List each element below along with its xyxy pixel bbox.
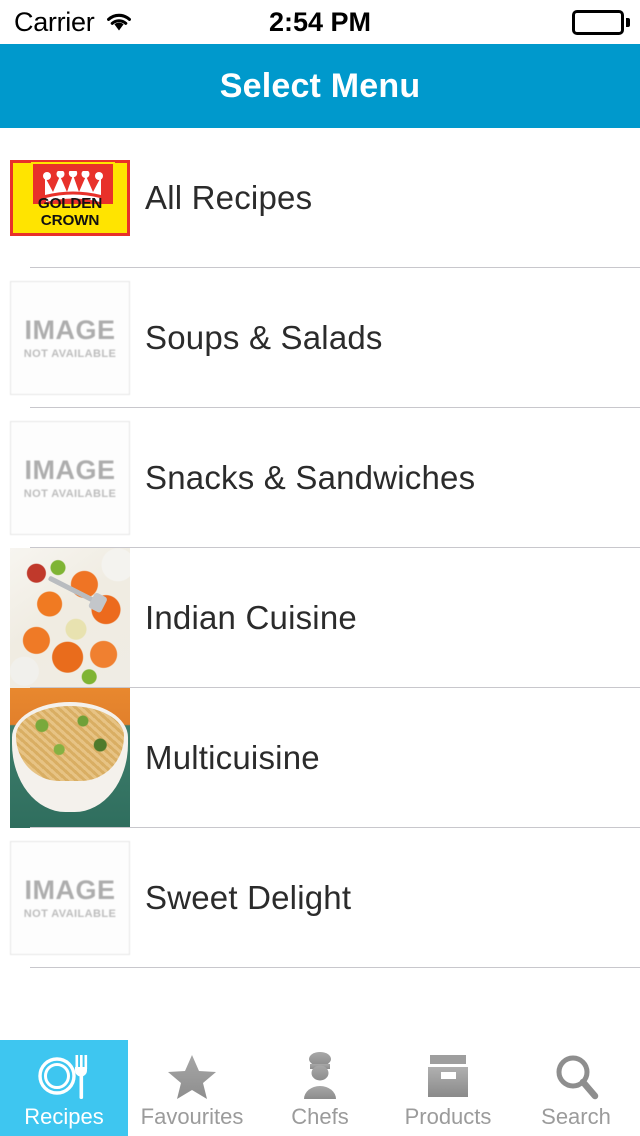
list-item-label: Soups & Salads <box>145 319 383 356</box>
placeholder-primary-text: IMAGE <box>24 454 116 485</box>
tab-label: Recipes <box>24 1104 104 1129</box>
list-item[interactable]: IMAGE NOT AVAILABLE Sweet Delight <box>0 828 640 968</box>
list-item-thumbnail: IMAGE NOT AVAILABLE <box>0 268 130 408</box>
placeholder-secondary-text: NOT AVAILABLE <box>23 347 117 360</box>
box-icon <box>424 1049 472 1103</box>
list-item[interactable]: GOLDEN CROWN All Recipes <box>0 128 640 268</box>
list-item-thumbnail: IMAGE NOT AVAILABLE <box>0 828 130 968</box>
placeholder-secondary-text: NOT AVAILABLE <box>23 487 117 500</box>
list-item-label: Sweet Delight <box>145 879 352 916</box>
list-item-thumbnail <box>0 688 130 828</box>
golden-crown-logo: GOLDEN CROWN <box>10 160 130 236</box>
tab-label: Products <box>404 1104 492 1129</box>
fried-rice-bowl-photo <box>10 688 130 828</box>
chef-icon <box>298 1049 342 1103</box>
tab-favourites[interactable]: Favourites <box>128 1040 256 1136</box>
logo-brand-text: GOLDEN CROWN <box>37 195 103 229</box>
page-title: Select Menu <box>219 66 421 105</box>
list-item-label: Snacks & Sandwiches <box>145 459 476 496</box>
placeholder-primary-text: IMAGE <box>24 314 116 345</box>
tab-chefs[interactable]: Chefs <box>256 1040 384 1136</box>
status-bar-time: 2:54 PM <box>268 6 372 37</box>
list-separator <box>30 967 640 968</box>
tab-search[interactable]: Search <box>512 1040 640 1136</box>
list-item-label: All Recipes <box>145 179 313 216</box>
tab-recipes[interactable]: Recipes <box>0 1040 128 1136</box>
list-item-thumbnail <box>0 548 130 688</box>
battery-full-icon <box>572 9 624 35</box>
placeholder-primary-text: IMAGE <box>24 874 116 905</box>
battery-nub-icon <box>626 17 630 27</box>
star-icon <box>166 1049 218 1103</box>
plate-fork-icon <box>37 1049 91 1103</box>
tab-products[interactable]: Products <box>384 1040 512 1136</box>
indian-curry-dish-photo <box>10 548 130 688</box>
list-item[interactable]: Indian Cuisine <box>0 548 640 688</box>
status-bar-right <box>572 9 630 35</box>
image-placeholder: IMAGE NOT AVAILABLE <box>10 841 130 955</box>
navigation-bar: Select Menu <box>0 44 640 128</box>
placeholder-secondary-text: NOT AVAILABLE <box>23 907 117 920</box>
magnifier-icon <box>552 1049 600 1103</box>
status-bar: Carrier 2:54 PM <box>0 0 640 44</box>
tab-bar: Recipes Favourites Chefs Products Search <box>0 1040 640 1136</box>
image-placeholder: IMAGE NOT AVAILABLE <box>10 421 130 535</box>
list-item-label: Indian Cuisine <box>145 599 357 636</box>
tab-label: Search <box>541 1104 611 1129</box>
tab-label: Favourites <box>140 1104 244 1129</box>
list-item[interactable]: IMAGE NOT AVAILABLE Snacks & Sandwiches <box>0 408 640 548</box>
image-placeholder: IMAGE NOT AVAILABLE <box>10 281 130 395</box>
list-item[interactable]: Multicuisine <box>0 688 640 828</box>
menu-list: GOLDEN CROWN All Recipes IMAGE NOT AVAIL… <box>0 128 640 968</box>
list-item-label: Multicuisine <box>145 739 320 776</box>
list-item[interactable]: IMAGE NOT AVAILABLE Soups & Salads <box>0 268 640 408</box>
fork-detail <box>47 575 97 604</box>
tab-label: Chefs <box>291 1104 349 1129</box>
list-item-thumbnail: GOLDEN CROWN <box>0 128 130 268</box>
list-item-thumbnail: IMAGE NOT AVAILABLE <box>0 408 130 548</box>
